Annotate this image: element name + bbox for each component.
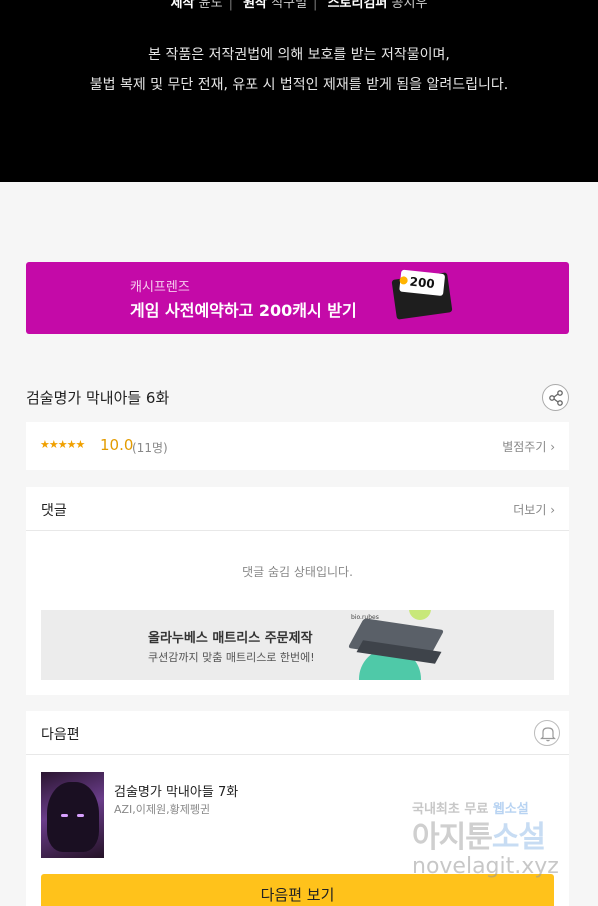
share-button[interactable] (542, 384, 569, 411)
next-header: 다음편 (26, 711, 569, 755)
comments-more-link[interactable]: 더보기 › (513, 501, 555, 518)
bell-icon (540, 727, 556, 742)
ad-banner[interactable]: bio.rubes 올라누베스 매트리스 주문제작 쿠션감까지 맞춤 매트리스로… (41, 610, 554, 680)
credits-line: 제작 윤도 | 원작 직구멀 | 스토리컴퍼 공지우 (0, 0, 598, 11)
rating-stars: ★★★★★ (40, 438, 85, 451)
notice-line: 본 작품은 저작권법에 의해 보호를 받는 저작물이며, (148, 47, 450, 63)
credit-role: 스토리컴퍼 (327, 0, 388, 11)
copyright-area: 제작 윤도 | 원작 직구멀 | 스토리컴퍼 공지우 본 작품은 저작권법에 의해 … (0, 0, 598, 182)
promo-banner[interactable]: 캐시프렌즈 게임 사전예약하고 200캐시 받기 200 (26, 262, 569, 334)
next-episode-thumbnail[interactable] (41, 772, 104, 858)
comments-hidden-message: 댓글 숨김 상태입니다. (242, 565, 353, 579)
ad-brand: bio.rubes (351, 614, 379, 621)
cash-envelope-icon: 200 (391, 269, 453, 320)
rate-button[interactable]: 별점주기 › (502, 438, 555, 455)
watermark-text: 아지툰 (412, 820, 493, 855)
copyright-notice: 본 작품은 저작권법에 의해 보호를 받는 저작물이며, 불법 복제 및 무단 … (0, 40, 598, 100)
notice-line: 불법 복제 및 무단 전재, 유포 시 법적인 제재를 받게 됨을 알려드립니다… (89, 77, 509, 93)
site-watermark: 국내최초 무료 웹소설 아지툰소설 novelagit.xyz (412, 798, 592, 888)
credit-role: 원작 (243, 0, 268, 11)
rating-panel: ★★★★★ 10.0 (11명) 별점주기 › (26, 422, 569, 470)
next-episode-authors: AZI,이제원,황제펭귄 (114, 803, 211, 816)
episode-title: 검술명가 막내아들 6화 (26, 389, 170, 407)
next-episode-title[interactable]: 검술명가 막내아들 7화 (114, 781, 238, 800)
comments-section: 댓글 더보기 › 댓글 숨김 상태입니다. bio.rubes 올라누베스 매트… (26, 487, 569, 695)
share-icon (549, 390, 563, 406)
watermark-url: novelagit.xyz (412, 854, 559, 879)
ad-subtitle: 쿠션감까지 맞춤 매트리스로 한번에! (148, 651, 315, 664)
notify-button[interactable] (534, 720, 560, 746)
rating-score: 10.0 (100, 436, 134, 454)
rating-count: (11명) (132, 441, 168, 455)
ad-title: 올라누베스 매트리스 주문제작 (148, 631, 313, 646)
next-heading: 다음편 (41, 727, 80, 743)
credit-name: 직구멀 (271, 0, 308, 11)
banner-title: 게임 사전예약하고 200캐시 받기 (130, 301, 357, 320)
banner-subtitle: 캐시프렌즈 (130, 280, 190, 295)
comments-title: 댓글 (41, 503, 67, 519)
watermark-text: 소설 (491, 820, 546, 855)
comments-header: 댓글 더보기 › (26, 487, 569, 531)
credit-name: 윤도 (198, 0, 223, 11)
credit-name: 공지우 (391, 0, 428, 11)
credit-role: 제작 (170, 0, 195, 11)
